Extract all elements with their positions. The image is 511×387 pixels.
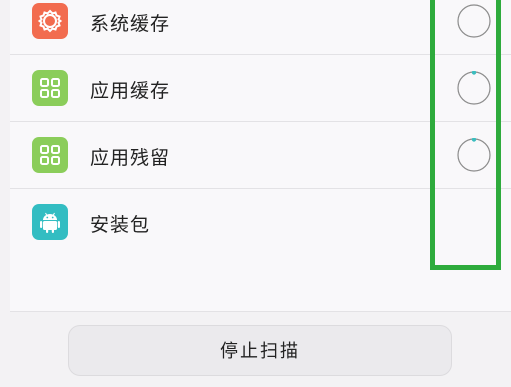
item-label: 应用残留 [90, 147, 171, 169]
apps-grid-icon [32, 137, 68, 173]
item-label: 安装包 [90, 214, 151, 236]
item-label: 系统缓存 [90, 13, 171, 35]
android-icon [32, 204, 68, 240]
item-label: 应用缓存 [90, 80, 171, 102]
gear-icon [32, 3, 68, 39]
highlight-box [430, 0, 501, 270]
apps-grid-icon [32, 70, 68, 106]
stop-scan-button[interactable]: 停止扫描 [68, 325, 452, 376]
